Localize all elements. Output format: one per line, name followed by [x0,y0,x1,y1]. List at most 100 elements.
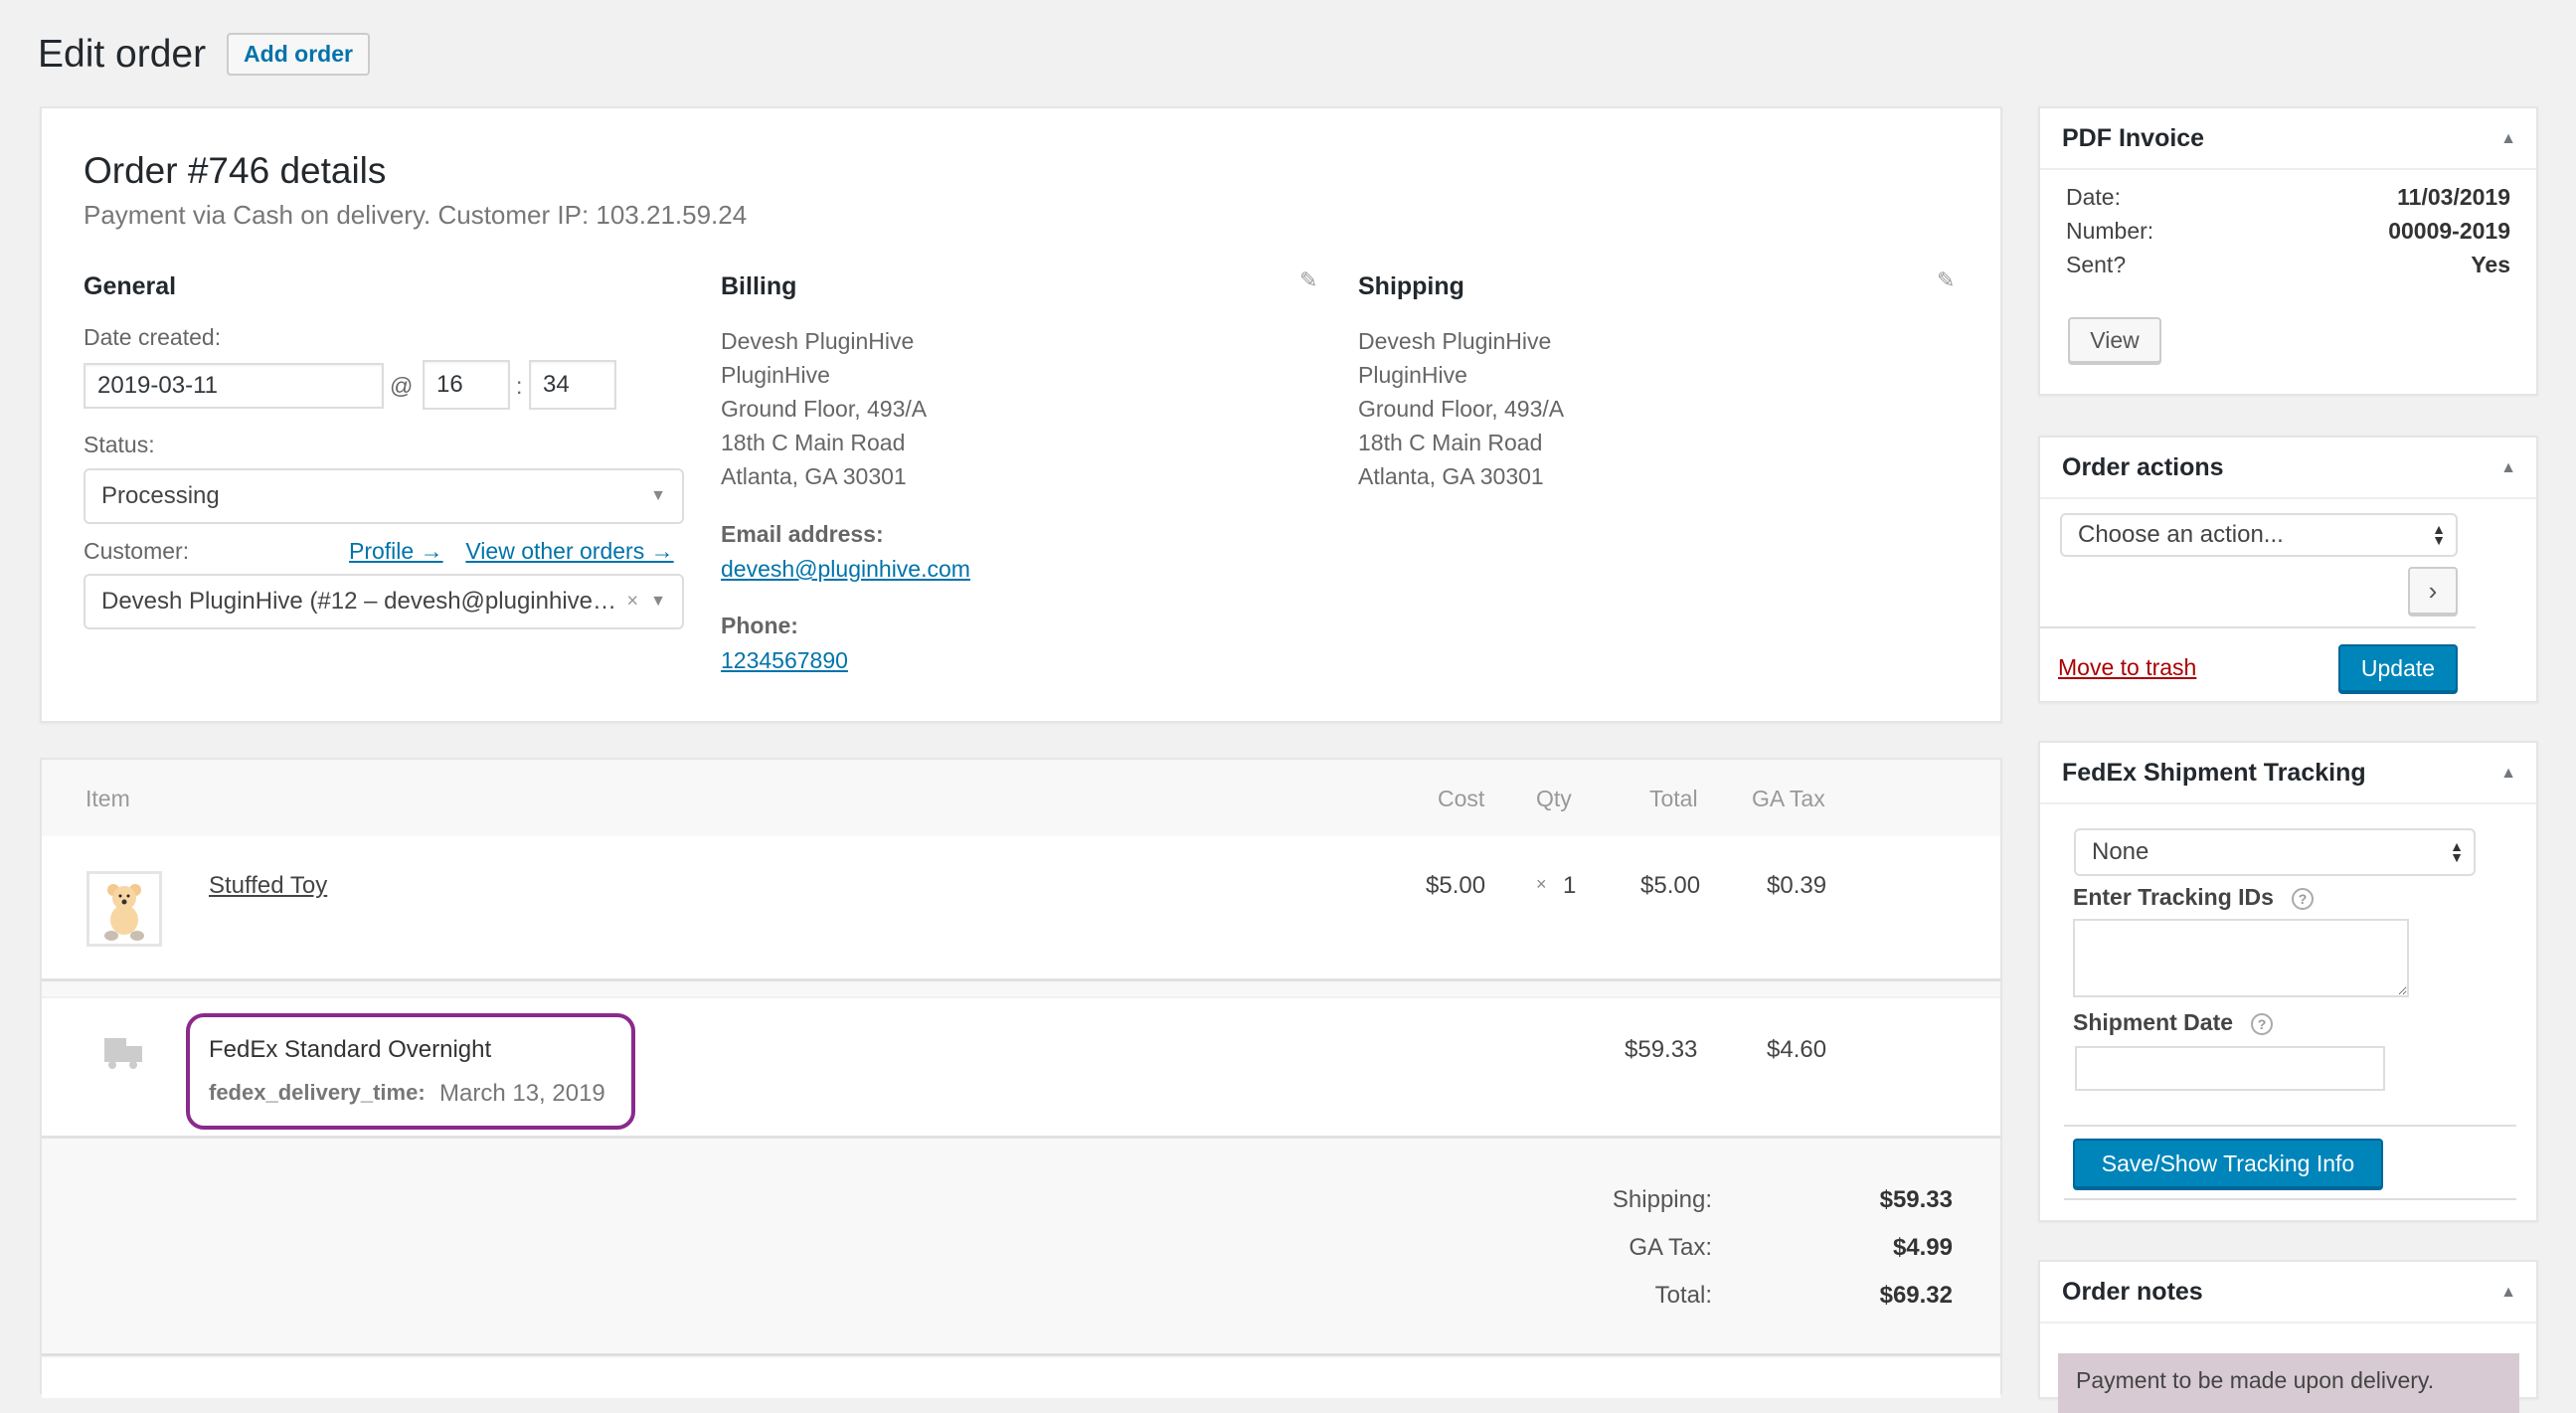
update-button[interactable]: Update [2338,644,2458,692]
shipping-row: FedEx Standard Overnight fedex_delivery_… [42,996,2000,1139]
shipping-tax: $4.60 [1767,1036,1827,1063]
order-notes-header[interactable]: Order notes ▲ [2040,1262,2536,1324]
product-thumbnail [86,871,162,947]
column-header-cost: Cost [1438,786,1485,811]
save-tracking-button[interactable]: Save/Show Tracking Info [2073,1139,2383,1188]
address-line: 18th C Main Road [721,430,906,455]
collapse-toggle-icon[interactable]: ▲ [2500,130,2516,148]
divider [2064,1125,2516,1127]
invoice-number-label: Number: [2066,218,2154,244]
pdf-invoice-header[interactable]: PDF Invoice ▲ [2040,108,2536,170]
pdf-invoice-box: PDF Invoice ▲ Date: 11/03/2019 Number: 0… [2038,106,2538,396]
invoice-sent-value: Yes [2471,252,2510,277]
phone-link[interactable]: 1234567890 [721,647,848,674]
order-title: Order #746 details [84,150,387,191]
status-value: Processing [101,482,220,509]
totals-label: GA Tax: [1629,1234,1712,1261]
profile-link[interactable]: Profile → [349,538,443,564]
email-label: Email address: [721,521,884,547]
tracking-ids-textarea[interactable] [2073,919,2409,997]
date-created-input[interactable]: 2019-03-11 [84,363,384,409]
edit-billing-pencil-icon[interactable]: ✎ [1299,267,1317,293]
invoice-date-label: Date: [2066,184,2121,210]
product-link[interactable]: Stuffed Toy [209,872,327,900]
shipping-heading: Shipping [1358,272,1464,300]
address-line: PluginHive [721,362,830,388]
delivery-time-key: fedex_delivery_time: [209,1080,426,1105]
order-notes-box: Order notes ▲ Payment to be made upon de… [2038,1260,2538,1413]
invoice-date-row: Date: 11/03/2019 [2066,184,2510,211]
address-line: 18th C Main Road [1358,430,1543,455]
item-cost: $5.00 [1426,872,1486,899]
order-action-value: Choose an action... [2078,521,2284,548]
edit-shipping-pencil-icon[interactable]: ✎ [1937,267,1955,293]
help-icon[interactable]: ? [2291,887,2314,910]
email-link[interactable]: devesh@pluginhive.com [721,556,970,583]
table-row: Stuffed Toy $5.00 × 1 $5.00 $0.39 [42,836,2000,981]
minute-input[interactable]: 34 [529,360,616,410]
column-header-total: Total [1649,786,1698,811]
address-line: Atlanta, GA 30301 [1358,463,1544,489]
address-line: Devesh PluginHive [1358,328,1552,354]
order-actions-title: Order actions [2062,453,2224,481]
customer-label: Customer: [84,538,190,564]
address-line: Atlanta, GA 30301 [721,463,907,489]
hour-input[interactable]: 16 [423,360,510,410]
shipment-date-label-text: Shipment Date [2073,1009,2234,1035]
shipping-address: Devesh PluginHive PluginHive Ground Floo… [1358,324,1564,493]
at-separator: @ [390,373,414,399]
billing-address: Devesh PluginHive PluginHive Ground Floo… [721,324,927,493]
teddy-bear-icon [104,884,144,941]
view-other-orders-link[interactable]: View other orders → [465,538,673,564]
address-line: Ground Floor, 493/A [721,396,928,422]
clear-customer-icon[interactable]: × [626,591,638,614]
shipping-total: $59.33 [1625,1036,1698,1063]
tracking-ids-label: Enter Tracking IDs? [2073,884,2314,911]
select-arrows-icon: ▲ ▼ [2432,521,2446,548]
shipping-method-name: FedEx Standard Overnight [209,1036,492,1063]
shipping-method-highlight [186,1013,635,1130]
totals-value: $69.32 [1879,1282,1953,1309]
view-invoice-button[interactable]: View [2068,317,2161,363]
tracking-ids-label-text: Enter Tracking IDs [2073,884,2274,910]
move-to-trash-link[interactable]: Move to trash [2058,654,2196,681]
invoice-sent-label: Sent? [2066,252,2127,277]
totals-label: Total: [1654,1282,1712,1309]
item-total: $5.00 [1640,872,1701,899]
address-line: Devesh PluginHive [721,328,915,354]
apply-action-button[interactable]: › [2408,567,2458,615]
address-line: PluginHive [1358,362,1467,388]
order-actions-header[interactable]: Order actions ▲ [2040,438,2536,499]
order-action-select[interactable]: Choose an action... ▲ ▼ [2060,513,2458,557]
add-order-button[interactable]: Add order [227,33,370,76]
fedex-tracking-title: FedEx Shipment Tracking [2062,759,2366,787]
shipment-date-input[interactable] [2075,1046,2385,1091]
pdf-invoice-title: PDF Invoice [2062,124,2205,152]
fedex-tracking-box: FedEx Shipment Tracking ▲ None ▲ ▼ Enter … [2038,741,2538,1222]
truck-icon [104,1038,142,1069]
column-header-tax: GA Tax [1752,786,1825,811]
chevron-down-icon: ▼ [650,593,666,610]
collapse-toggle-icon[interactable]: ▲ [2500,459,2516,477]
fedex-tracking-header[interactable]: FedEx Shipment Tracking ▲ [2040,743,2536,804]
carrier-value: None [2092,838,2149,865]
collapse-toggle-icon[interactable]: ▲ [2500,765,2516,783]
page-title: Edit order [38,33,207,76]
status-label: Status: [84,432,155,457]
collapse-toggle-icon[interactable]: ▲ [2500,1284,2516,1302]
divider [2040,626,2476,628]
invoice-sent-row: Sent? Yes [2066,252,2510,278]
select-arrows-icon: ▲ ▼ [2450,838,2464,865]
billing-heading: Billing [721,272,797,300]
divider [2064,1198,2516,1200]
status-select[interactable]: Processing ▼ [84,468,684,524]
date-created-label: Date created: [84,324,222,350]
time-colon: : [516,373,523,399]
invoice-date-value: 11/03/2019 [2397,184,2510,210]
item-tax: $0.39 [1767,872,1827,899]
help-icon[interactable]: ? [2251,1012,2274,1035]
customer-select[interactable]: Devesh PluginHive (#12 – devesh@pluginhi… [84,574,684,629]
carrier-select[interactable]: None ▲ ▼ [2074,828,2476,876]
delivery-time-value: March 13, 2019 [439,1080,605,1107]
invoice-number-value: 00009-2019 [2388,218,2510,244]
